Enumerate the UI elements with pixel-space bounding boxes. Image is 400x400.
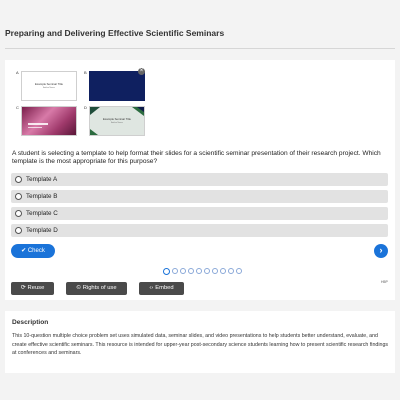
reuse-button[interactable]: ⟳ Reuse [11, 282, 54, 295]
answer-option-label: Template D [26, 227, 58, 234]
template-d-corner-shape [90, 129, 98, 135]
answer-option-label: Template B [26, 193, 58, 200]
template-a-slide-title: Example Seminar Title [35, 82, 63, 86]
pagination-dot[interactable] [236, 268, 242, 274]
answer-option-a[interactable]: Template A [11, 173, 388, 186]
template-a-slide-subtitle: Author Name [43, 87, 55, 89]
radio-icon[interactable] [15, 193, 22, 200]
template-d-corner-shape [137, 107, 144, 112]
template-c-thumbnail[interactable] [21, 106, 77, 136]
copyright-icon: © [76, 285, 81, 291]
radio-icon[interactable] [15, 176, 22, 183]
pagination-dot[interactable] [228, 268, 234, 274]
embed-button-label: Embed [155, 285, 174, 291]
pagination-dots [163, 267, 242, 275]
answer-option-b[interactable]: Template B [11, 190, 388, 203]
pagination-dot[interactable] [196, 268, 202, 274]
template-d-corner-shape [90, 107, 100, 115]
next-button[interactable]: › [374, 244, 388, 258]
answer-option-label: Template A [26, 176, 58, 183]
check-button[interactable]: ✔ Check [11, 244, 55, 258]
template-c-title-line [28, 123, 48, 125]
code-icon: ‹› [149, 285, 154, 291]
reuse-icon: ⟳ [20, 285, 26, 291]
template-d-thumbnail[interactable]: Example Seminar Title Author Name [89, 106, 145, 136]
answer-option-label: Template C [26, 210, 58, 217]
pagination-dot[interactable] [172, 268, 178, 274]
pagination-dot[interactable] [204, 268, 210, 274]
check-circle-icon: ✔ [21, 248, 28, 254]
pagination-dot[interactable] [180, 268, 186, 274]
template-a-thumbnail[interactable]: Example Seminar Title Author Name [21, 71, 77, 101]
template-d-slide-title: Example Seminar Title [103, 117, 131, 121]
description-text: This 10-question multiple choice problem… [12, 333, 389, 356]
template-b-thumbnail[interactable] [89, 71, 145, 101]
page-title: Preparing and Delivering Effective Scien… [5, 28, 225, 38]
check-button-label: Check [27, 248, 45, 254]
answer-option-d[interactable]: Template D [11, 224, 388, 237]
pagination-dot[interactable] [163, 267, 170, 275]
pagination-dot[interactable] [188, 268, 194, 274]
radio-icon[interactable] [15, 210, 22, 217]
radio-icon[interactable] [15, 227, 22, 234]
pagination-dot[interactable] [220, 268, 226, 274]
embed-button[interactable]: ‹› Embed [139, 282, 184, 295]
template-c-subtitle-line [28, 127, 42, 128]
pagination-dot[interactable] [212, 268, 218, 274]
answer-option-c[interactable]: Template C [11, 207, 388, 220]
description-panel: Description This 10-question multiple ch… [5, 311, 395, 373]
template-b-letter: B [84, 70, 87, 75]
template-a-letter: A [16, 70, 19, 75]
chevron-right-icon: › [379, 245, 383, 255]
template-d-letter: D [84, 105, 87, 110]
close-icon[interactable]: × [138, 68, 145, 75]
reuse-button-label: Reuse [27, 285, 45, 291]
h5p-logo[interactable]: H5P [381, 280, 388, 284]
top-bar [0, 0, 400, 24]
question-text: A student is selecting a template to hel… [12, 150, 381, 165]
rights-of-use-button[interactable]: © Rights of use [66, 282, 127, 295]
description-title: Description [12, 319, 49, 326]
title-divider [5, 48, 395, 49]
template-c-letter: C [16, 105, 19, 110]
template-d-slide-subtitle: Author Name [111, 122, 123, 124]
rights-of-use-button-label: Rights of use [82, 285, 117, 291]
